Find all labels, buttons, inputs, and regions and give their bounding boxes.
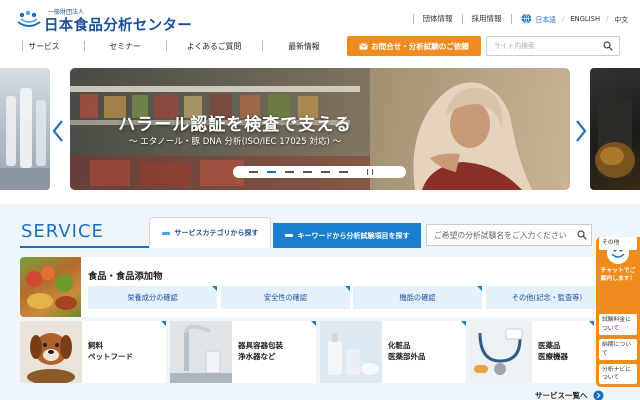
divider <box>461 13 463 24</box>
stethoscope-image <box>470 321 532 383</box>
heading-underline <box>20 246 150 248</box>
link-organization-info[interactable]: 団体情報 <box>423 13 453 24</box>
top-links: 団体情報 採用情報 日本語 / ENGLISH / 中文 <box>404 13 628 24</box>
card-label: 化粧品 医薬部外品 <box>388 341 426 361</box>
chevron-right-icon[interactable] <box>575 120 587 142</box>
card-containers-purifiers[interactable]: 器具容器包装 浄水器など <box>170 321 316 383</box>
service-heading: SERVICE <box>21 221 104 242</box>
tab-category-search[interactable]: サービスカテゴリから探す <box>149 217 271 248</box>
card-label: 器具容器包装 浄水器など <box>238 341 283 361</box>
dash-icon <box>284 234 293 237</box>
service-section: SERVICE サービスカテゴリから探す キーワードから分析試験項目を探す 食品… <box>0 204 640 400</box>
link-recruit-info[interactable]: 採用情報 <box>472 13 502 24</box>
dash-icon <box>161 231 170 235</box>
carousel-dot[interactable] <box>321 171 330 173</box>
food-link-safety[interactable]: 安全性の確認 <box>221 286 350 309</box>
language-switcher: 日本語 / ENGLISH / 中文 <box>521 13 628 24</box>
carousel-dot[interactable] <box>249 171 258 173</box>
divider <box>412 13 414 24</box>
lang-separator: / <box>606 14 609 23</box>
globe-icon <box>521 13 531 24</box>
site-logo[interactable]: 一般財団法人 日本食品分析センター <box>16 6 192 34</box>
tab-keyword-search[interactable]: キーワードから分析試験項目を探す <box>273 223 421 248</box>
carousel-title: ハラール認証を検査で支える <box>118 115 352 135</box>
keyword-search-input[interactable] <box>427 225 577 245</box>
search-icon[interactable] <box>577 230 587 240</box>
carousel-dot[interactable] <box>339 171 348 173</box>
keyword-search <box>426 224 592 246</box>
faucet-image <box>170 321 232 383</box>
service-list-label: サービス一覧へ <box>535 391 588 400</box>
grain-image <box>595 98 635 178</box>
carousel-dot[interactable] <box>303 171 312 173</box>
vegetables-image <box>26 266 77 310</box>
chevron-left-icon[interactable] <box>52 120 64 142</box>
card-label: 飼料 ペットフード <box>88 341 133 361</box>
lang-english[interactable]: ENGLISH <box>570 15 600 23</box>
nav-item-faq[interactable]: よくあるご質問 <box>166 36 262 56</box>
service-list-link[interactable]: サービス一覧へ <box>535 390 604 400</box>
nav-item-news[interactable]: 最新情報 <box>262 36 346 56</box>
chat-item-delivery[interactable]: 納期について <box>599 339 637 360</box>
food-category-panel: 食品・食品添加物 栄養成分の確認 安全性の確認 機能の確認 その他(記念・監査等… <box>81 257 616 317</box>
chat-item-navi[interactable]: 分析ナビについて <box>599 364 637 384</box>
card-cosmetics[interactable]: 化粧品 医薬部外品 <box>320 321 466 383</box>
chat-heading: チャットでご案内します！ <box>600 268 636 282</box>
tab-keyword-label: キーワードから分析試験項目を探す <box>297 231 410 240</box>
chat-item-other[interactable]: その他 <box>599 237 637 250</box>
nav-item-services[interactable]: サービス <box>0 36 84 56</box>
dog-image <box>20 321 82 383</box>
tab-category-label: サービスカテゴリから探す <box>174 229 259 237</box>
contact-button-label: お問合せ・分析試験のご依頼 <box>371 41 469 51</box>
carousel-active-slide[interactable]: ハラール認証を検査で支える 〜 エタノール・豚 DNA 分析(ISO/IEC 1… <box>70 68 570 190</box>
carousel-prev-slide[interactable] <box>0 68 50 190</box>
carousel-dot-active[interactable] <box>267 171 276 173</box>
card-label: 医薬品 医療機器 <box>538 341 568 361</box>
logo-mark-icon <box>17 10 41 27</box>
food-image <box>20 257 81 317</box>
cosmetics-image <box>320 321 382 383</box>
food-link-nutrition[interactable]: 栄養成分の確認 <box>88 286 217 309</box>
site-search-input[interactable] <box>487 37 599 55</box>
bottles-image <box>0 88 50 190</box>
food-link-function[interactable]: 機能の確認 <box>353 286 482 309</box>
carousel-pagination <box>233 166 406 178</box>
food-link-other[interactable]: その他(記念・監査等) <box>486 286 608 309</box>
chat-item-fees[interactable]: 試験料金について <box>599 314 637 335</box>
lang-separator: / <box>561 14 565 23</box>
logo-title: 日本食品分析センター <box>44 18 192 34</box>
contact-button[interactable]: お問合せ・分析試験のご依頼 <box>347 36 481 56</box>
carousel-next-slide[interactable] <box>590 68 640 190</box>
food-category-title[interactable]: 食品・食品添加物 <box>88 268 162 282</box>
site-search <box>486 36 620 56</box>
pause-icon[interactable] <box>367 169 373 175</box>
carousel-dot[interactable] <box>285 171 294 173</box>
card-feed-petfood[interactable]: 飼料 ペットフード <box>20 321 166 383</box>
divider <box>510 13 512 24</box>
main-nav: サービス セミナー よくあるご質問 最新情報 <box>0 36 346 56</box>
nav-item-seminars[interactable]: セミナー <box>84 36 166 56</box>
hero-carousel: ハラール認証を検査で支える 〜 エタノール・豚 DNA 分析(ISO/IEC 1… <box>0 62 640 196</box>
lang-japanese[interactable]: 日本語 <box>536 14 556 24</box>
service-category-cards: 飼料 ペットフード 器具容器包装 浄水器など 化粧品 医薬部外品 医薬品 医療機… <box>20 321 594 383</box>
search-icon[interactable] <box>603 41 613 51</box>
lang-chinese[interactable]: 中文 <box>614 14 628 24</box>
arrow-right-circle-icon <box>592 390 604 400</box>
carousel-subtitle: 〜 エタノール・豚 DNA 分析(ISO/IEC 17025 対応) 〜 <box>128 137 342 147</box>
mail-icon <box>359 42 368 50</box>
chat-widget[interactable]: チャットでご案内します！ 試験料金について 納期について 分析ナビについて その… <box>596 237 640 387</box>
card-pharmaceuticals[interactable]: 医薬品 医療機器 <box>470 321 594 383</box>
